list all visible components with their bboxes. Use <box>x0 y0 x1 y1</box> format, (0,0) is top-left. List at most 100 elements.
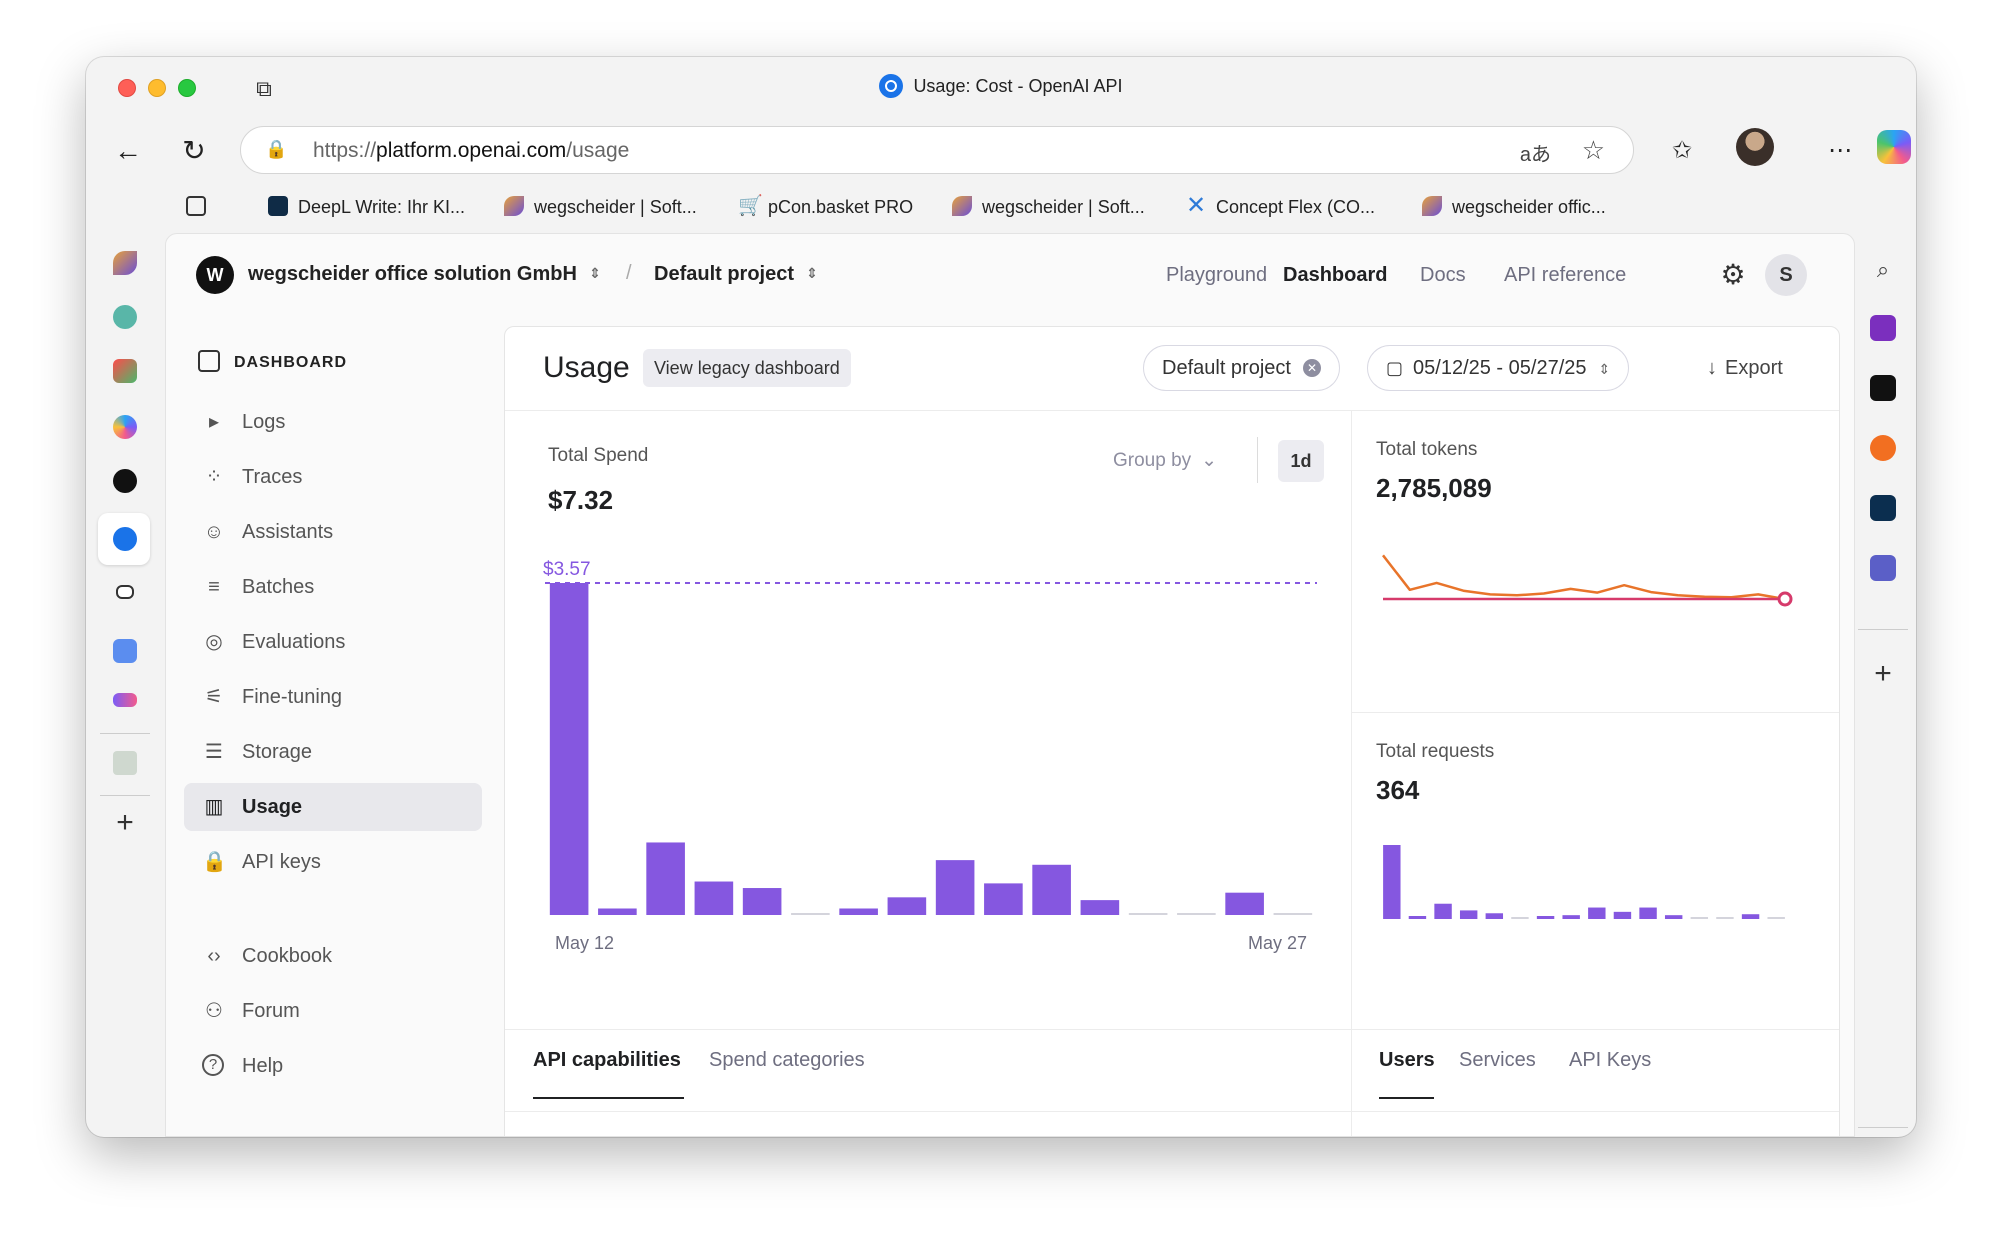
org-avatar[interactable]: W <box>196 256 234 294</box>
requests-bar[interactable] <box>1588 907 1606 919</box>
bookmark-item[interactable]: DeepL Write: Ihr KI... <box>268 196 465 218</box>
nav-docs[interactable]: Docs <box>1420 264 1466 287</box>
app-icon[interactable] <box>113 305 137 329</box>
bookmark-item[interactable]: wegscheider offic... <box>1422 196 1606 218</box>
onenote-icon[interactable] <box>1870 315 1896 341</box>
url-text[interactable]: https://platform.openai.com/usage <box>313 139 629 163</box>
openai-platform-icon[interactable] <box>113 527 137 551</box>
sidebar-toggle-icon[interactable] <box>186 196 216 218</box>
sidebar-item-evaluations[interactable]: ◎ Evaluations <box>184 618 482 666</box>
more-menu-icon[interactable]: ⋯ <box>1822 133 1858 169</box>
chatgpt-icon[interactable] <box>1870 375 1896 401</box>
requests-bar[interactable] <box>1434 903 1452 919</box>
add-icon[interactable]: + <box>1870 659 1896 689</box>
spend-bar-empty[interactable] <box>1273 913 1313 915</box>
wegscheider-app-icon[interactable] <box>113 251 137 275</box>
tab-users[interactable]: Users <box>1379 1049 1435 1072</box>
spend-bar[interactable] <box>887 897 927 915</box>
spend-bar-empty[interactable] <box>1128 913 1168 915</box>
tab-api-capabilities[interactable]: API capabilities <box>533 1049 681 1072</box>
requests-bar[interactable] <box>1383 845 1401 919</box>
spend-bar[interactable] <box>598 908 637 915</box>
requests-bar-empty[interactable] <box>1767 917 1785 919</box>
requests-bar[interactable] <box>1562 915 1580 919</box>
sidebar-item-logs[interactable]: ▸ Logs <box>184 398 482 446</box>
requests-bar[interactable] <box>1408 916 1427 919</box>
sidebar-item-cookbook[interactable]: ‹› Cookbook <box>184 932 482 980</box>
sidebar-item-traces[interactable]: ⁘ Traces <box>184 453 482 501</box>
date-range-picker[interactable]: ▢ 05/12/25 - 05/27/25 ⇕ <box>1367 345 1630 391</box>
clear-filter-icon[interactable]: ✕ <box>1302 359 1321 377</box>
chatgpt-icon[interactable] <box>113 469 137 493</box>
project-switcher[interactable]: Default project ⇕ <box>654 263 818 286</box>
sidebar-item-batches[interactable]: ≡ Batches <box>184 563 482 611</box>
nav-api-reference[interactable]: API reference <box>1504 264 1626 287</box>
tab-spend-categories[interactable]: Spend categories <box>709 1049 865 1072</box>
tab-services[interactable]: Services <box>1459 1049 1536 1072</box>
reload-icon[interactable]: ↻ <box>174 131 214 171</box>
app-icon[interactable] <box>113 639 137 663</box>
app-icon[interactable] <box>113 359 137 383</box>
app-icon[interactable] <box>1870 435 1896 461</box>
requests-bar[interactable] <box>1613 911 1632 919</box>
project-filter[interactable]: Default project ✕ <box>1143 345 1340 391</box>
add-icon[interactable]: + <box>113 808 137 838</box>
back-arrow-icon[interactable]: ← <box>108 131 148 171</box>
favorites-icon[interactable]: ✩ <box>1664 133 1700 169</box>
spend-bar-empty[interactable] <box>791 913 830 915</box>
app-icon[interactable] <box>113 693 137 707</box>
address-bar[interactable]: 🔒 https://platform.openai.com/usage aあ ☆ <box>240 126 1634 174</box>
search-icon[interactable]: ⌕ <box>1870 257 1896 283</box>
sidebar-item-fine-tuning[interactable]: ⚟ Fine-tuning <box>184 673 482 721</box>
nav-dashboard[interactable]: Dashboard <box>1283 264 1387 287</box>
app-icon[interactable] <box>113 751 137 775</box>
bookmark-item[interactable]: ✕ Concept Flex (CO... <box>1186 194 1375 218</box>
favorite-star-icon[interactable]: ☆ <box>1582 135 1605 166</box>
interval-1d-button[interactable]: 1d <box>1278 440 1324 482</box>
nav-playground[interactable]: Playground <box>1166 264 1267 287</box>
requests-bar-empty[interactable] <box>1716 917 1734 919</box>
requests-bar[interactable] <box>1741 914 1760 919</box>
spend-bar-empty[interactable] <box>1177 913 1216 915</box>
user-avatar[interactable]: S <box>1765 254 1807 296</box>
bookmark-item[interactable]: wegscheider | Soft... <box>952 196 1145 218</box>
spend-bar[interactable] <box>646 842 685 915</box>
requests-bar[interactable] <box>1639 907 1657 919</box>
spend-bar[interactable] <box>1080 900 1120 915</box>
settings-gear-icon[interactable]: ⚙ <box>1716 258 1750 292</box>
view-legacy-dashboard-button[interactable]: View legacy dashboard <box>643 349 851 387</box>
requests-bar[interactable] <box>1536 916 1555 919</box>
spend-bar[interactable] <box>549 583 589 915</box>
spend-bar[interactable] <box>742 888 782 915</box>
requests-bar-empty[interactable] <box>1690 917 1709 919</box>
sidebar-panel-icon[interactable] <box>198 350 220 372</box>
sidebar-item-help[interactable]: ? Help <box>184 1042 482 1090</box>
translate-icon[interactable]: aあ <box>1520 138 1551 167</box>
app-icon[interactable] <box>1870 495 1896 521</box>
profile-avatar[interactable] <box>1736 128 1774 166</box>
spend-bar[interactable] <box>1225 892 1264 915</box>
sidebar-item-usage[interactable]: ▥ Usage <box>184 783 482 831</box>
tab-api-keys[interactable]: API Keys <box>1569 1049 1651 1072</box>
teams-icon[interactable] <box>1870 555 1896 581</box>
copilot-icon[interactable] <box>1877 130 1911 164</box>
sidebar-item-assistants[interactable]: ☺ Assistants <box>184 508 482 556</box>
requests-bar-empty[interactable] <box>1511 917 1529 919</box>
sidebar-item-api-keys[interactable]: 🔒 API keys <box>184 838 482 886</box>
group-by-dropdown[interactable]: Group by ⌄ <box>1113 449 1217 472</box>
org-switcher[interactable]: wegscheider office solution GmbH ⇕ <box>248 263 601 286</box>
copilot-app-icon[interactable] <box>113 415 137 439</box>
requests-bar[interactable] <box>1485 913 1504 919</box>
spend-bar[interactable] <box>984 883 1023 915</box>
requests-bar[interactable] <box>1459 910 1478 919</box>
spend-bar[interactable] <box>839 908 878 915</box>
robot-app-icon[interactable] <box>116 585 134 599</box>
sidebar-item-forum[interactable]: ⚇ Forum <box>184 987 482 1035</box>
bookmark-item[interactable]: 🛒 pCon.basket PRO <box>738 196 913 218</box>
tokens-last-point[interactable] <box>1777 591 1793 607</box>
spend-bar[interactable] <box>1032 864 1071 915</box>
spend-bar[interactable] <box>935 860 975 915</box>
requests-bar[interactable] <box>1664 915 1683 919</box>
export-button[interactable]: ↓ Export <box>1707 357 1783 380</box>
spend-bar[interactable] <box>694 881 734 915</box>
